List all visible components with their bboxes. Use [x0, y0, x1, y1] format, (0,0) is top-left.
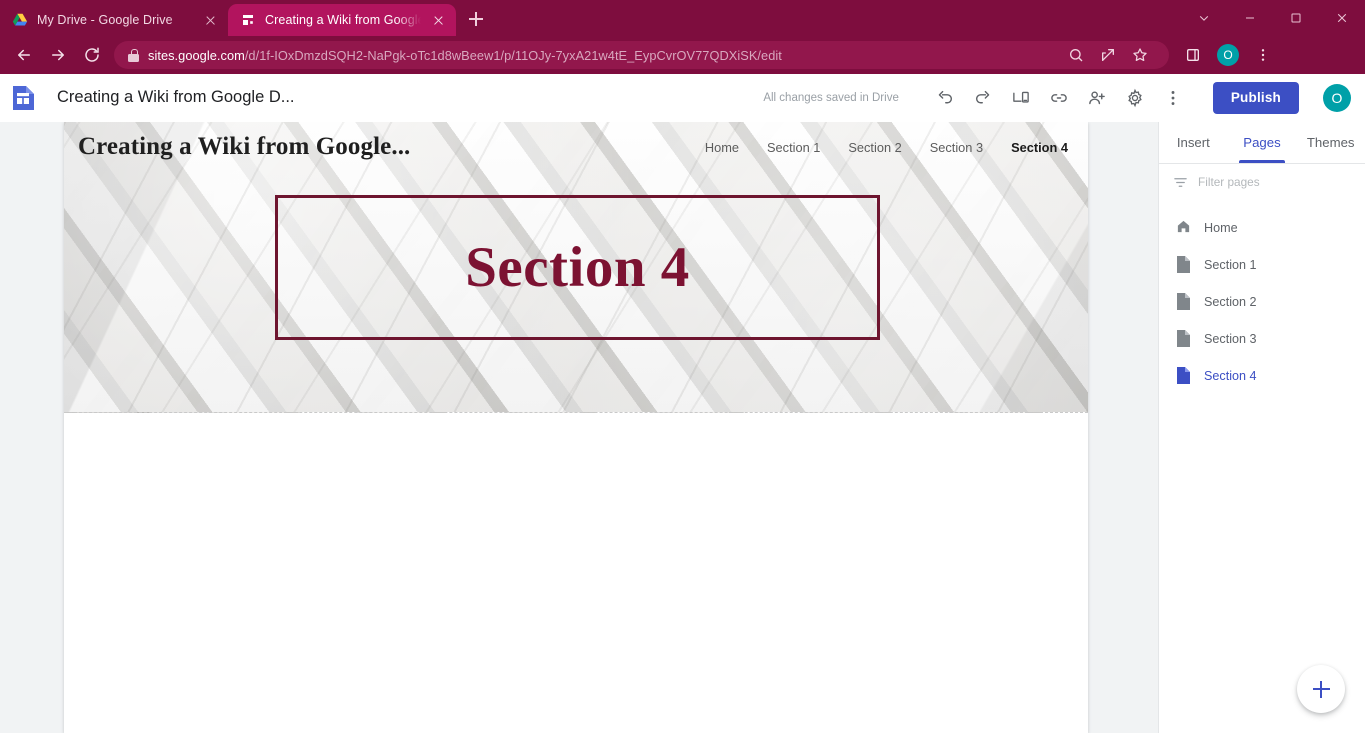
close-icon[interactable]	[202, 12, 218, 28]
settings-gear-icon[interactable]	[1117, 80, 1153, 116]
tab-pages[interactable]: Pages	[1228, 122, 1297, 163]
window-controls	[1181, 0, 1365, 36]
forward-icon[interactable]	[42, 39, 74, 71]
address-bar[interactable]: sites.google.com/d/1f-IOxDmzdSQH2-NaPgk-…	[114, 41, 1169, 69]
minimize-icon[interactable]	[1227, 0, 1273, 36]
browser-profile-avatar[interactable]: O	[1217, 44, 1239, 66]
undo-icon[interactable]	[927, 80, 963, 116]
preview-icon[interactable]	[1003, 80, 1039, 116]
page-title[interactable]: Section 4	[465, 239, 690, 296]
page-content-area[interactable]	[64, 413, 1088, 733]
page-list-item-label: Section 3	[1204, 331, 1257, 346]
search-icon[interactable]	[1061, 40, 1091, 70]
page-list-item-label: Section 1	[1204, 257, 1257, 272]
browser-tab-sites[interactable]: Creating a Wiki from Google Doc	[228, 4, 456, 36]
new-tab-button[interactable]	[462, 5, 490, 33]
page-banner[interactable]: Creating a Wiki from Google... Home Sect…	[64, 122, 1088, 413]
tab-title: Creating a Wiki from Google Doc	[265, 13, 421, 27]
page-list-item-section-3[interactable]: Section 3	[1159, 320, 1365, 357]
page-icon	[1176, 367, 1191, 384]
document-title[interactable]: Creating a Wiki from Google D...	[57, 88, 295, 107]
page-icon	[1176, 256, 1191, 273]
page-title-box[interactable]: Section 4	[275, 195, 880, 340]
nav-link-home[interactable]: Home	[705, 140, 739, 155]
omnibox-actions	[1061, 40, 1155, 70]
nav-link-section-3[interactable]: Section 3	[930, 140, 983, 155]
page-list-item-section-1[interactable]: Section 1	[1159, 246, 1365, 283]
sidebar-tabs: Insert Pages Themes	[1159, 122, 1365, 164]
star-icon[interactable]	[1125, 40, 1155, 70]
account-avatar[interactable]: O	[1323, 83, 1351, 112]
page-list-item-label: Home	[1204, 220, 1238, 235]
add-editor-icon[interactable]	[1079, 80, 1115, 116]
google-sites-icon	[240, 12, 256, 28]
filter-pages-row[interactable]: Filter pages	[1159, 164, 1365, 200]
nav-link-section-2[interactable]: Section 2	[848, 140, 901, 155]
browser-toolbar: sites.google.com/d/1f-IOxDmzdSQH2-NaPgk-…	[0, 36, 1365, 74]
home-icon	[1176, 219, 1191, 236]
google-drive-icon	[12, 12, 28, 28]
filter-icon	[1173, 175, 1188, 190]
tab-insert[interactable]: Insert	[1159, 122, 1228, 163]
site-navigation: Home Section 1 Section 2 Section 3 Secti…	[705, 140, 1072, 155]
site-title[interactable]: Creating a Wiki from Google...	[78, 133, 410, 161]
pages-list: Home Section 1 Section 2 Section 3 Secti…	[1159, 200, 1365, 394]
back-icon[interactable]	[8, 39, 40, 71]
filter-pages-input[interactable]: Filter pages	[1198, 175, 1260, 189]
nav-link-section-4[interactable]: Section 4	[1011, 140, 1068, 155]
tab-title: My Drive - Google Drive	[37, 13, 173, 27]
sites-toolbar-actions	[927, 80, 1191, 116]
reload-icon[interactable]	[76, 39, 108, 71]
page-list-item-label: Section 2	[1204, 294, 1257, 309]
close-icon[interactable]	[430, 12, 446, 28]
site-header: Creating a Wiki from Google... Home Sect…	[64, 122, 1088, 172]
site-page: Creating a Wiki from Google... Home Sect…	[64, 122, 1088, 733]
publish-button[interactable]: Publish	[1212, 81, 1299, 114]
page-list-item-section-4[interactable]: Section 4	[1159, 357, 1365, 394]
page-list-item-section-2[interactable]: Section 2	[1159, 283, 1365, 320]
url-text: sites.google.com/d/1f-IOxDmzdSQH2-NaPgk-…	[148, 47, 782, 63]
side-panel-icon[interactable]	[1177, 39, 1209, 71]
page-icon	[1176, 330, 1191, 347]
page-list-item-home[interactable]: Home	[1159, 209, 1365, 246]
browser-tab-drive[interactable]: My Drive - Google Drive	[0, 4, 228, 36]
tab-search-chevron-down-icon[interactable]	[1181, 0, 1227, 36]
tab-themes[interactable]: Themes	[1296, 122, 1365, 163]
google-sites-icon[interactable]	[12, 85, 35, 111]
link-icon[interactable]	[1041, 80, 1077, 116]
close-icon[interactable]	[1319, 0, 1365, 36]
maximize-icon[interactable]	[1273, 0, 1319, 36]
save-status: All changes saved in Drive	[763, 91, 899, 104]
nav-link-section-1[interactable]: Section 1	[767, 140, 820, 155]
site-canvas: Creating a Wiki from Google... Home Sect…	[0, 122, 1158, 733]
tab-strip: My Drive - Google Drive Creating a Wiki …	[0, 0, 1365, 36]
more-vertical-icon[interactable]	[1155, 80, 1191, 116]
browser-window: My Drive - Google Drive Creating a Wiki …	[0, 0, 1365, 733]
page-icon	[1176, 293, 1191, 310]
sites-app-bar: Creating a Wiki from Google D... All cha…	[0, 74, 1365, 122]
share-icon[interactable]	[1093, 40, 1123, 70]
editor-sidebar: Insert Pages Themes Filter pages Home Se…	[1158, 122, 1365, 733]
more-vertical-icon[interactable]	[1247, 39, 1279, 71]
redo-icon[interactable]	[965, 80, 1001, 116]
page-list-item-label: Section 4	[1204, 368, 1257, 383]
lock-icon	[128, 48, 139, 62]
editor-workspace: Creating a Wiki from Google... Home Sect…	[0, 122, 1365, 733]
add-page-button[interactable]	[1297, 665, 1345, 713]
